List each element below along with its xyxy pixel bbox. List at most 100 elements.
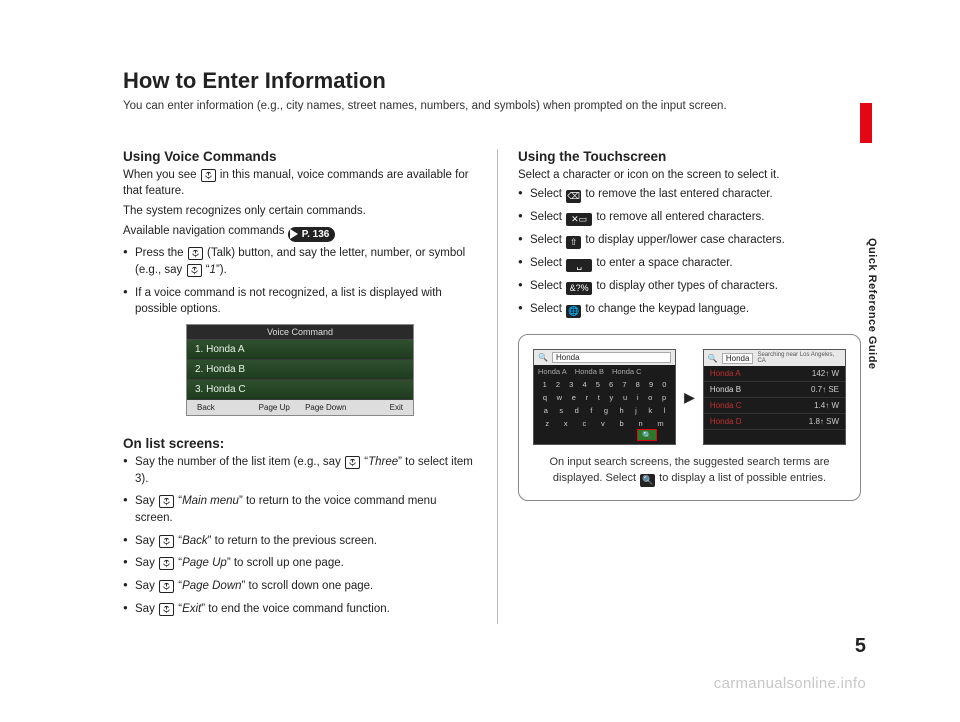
text: Say the number of the list item (e.g., s… bbox=[135, 456, 344, 468]
mock-footer-btn: Page Up bbox=[249, 403, 301, 412]
voice-cmd: Page Up bbox=[182, 557, 227, 569]
key: z bbox=[545, 419, 549, 428]
text: to change the keypad language. bbox=[582, 303, 749, 315]
text: Say bbox=[135, 603, 158, 615]
key-icon: ⌫ bbox=[566, 190, 581, 203]
text: to enter a space character. bbox=[593, 257, 732, 269]
key: x bbox=[564, 419, 568, 428]
text: to remove the last entered character. bbox=[582, 188, 773, 200]
key: 0 bbox=[662, 380, 666, 389]
result-row: Honda A 142↑ W bbox=[704, 366, 845, 382]
key: k bbox=[648, 406, 652, 415]
key: d bbox=[575, 406, 579, 415]
page-intro: You can enter information (e.g., city na… bbox=[123, 98, 872, 115]
voice-cmd: Page Down bbox=[182, 580, 241, 592]
key-icon: 🌐 bbox=[566, 305, 581, 318]
key: v bbox=[601, 419, 605, 428]
key: b bbox=[620, 419, 624, 428]
page-ref-link[interactable]: P. 136 bbox=[288, 227, 336, 242]
keyboard-row: asdfghjkl bbox=[534, 404, 675, 417]
manual-page: Quick Reference Guide 5 How to Enter Inf… bbox=[88, 68, 872, 664]
suggestion: Honda A bbox=[538, 367, 567, 376]
talk-icon bbox=[187, 264, 202, 277]
result-name: Honda C bbox=[710, 401, 742, 410]
text: ” to return to the previous screen. bbox=[208, 535, 377, 547]
mock-footer-btn: Back bbox=[197, 403, 249, 412]
mock-row: 1. Honda A bbox=[187, 340, 413, 360]
key: e bbox=[572, 393, 576, 402]
search-hint: Searching near Los Angeles, CA bbox=[757, 352, 841, 364]
text: Press the bbox=[135, 247, 187, 259]
key: i bbox=[637, 393, 639, 402]
key-icon: ⇧ bbox=[566, 236, 581, 249]
result-name: Honda A bbox=[710, 369, 741, 378]
key: y bbox=[610, 393, 614, 402]
touch-bullet: Select ␣ to enter a space character. bbox=[518, 255, 861, 272]
touch-intro: Select a character or icon on the screen… bbox=[518, 167, 861, 184]
text: to display a list of possible entries. bbox=[659, 472, 826, 484]
search-icon: 🔍 bbox=[538, 353, 548, 362]
key: o bbox=[648, 393, 652, 402]
keyboard-row: qwertyuiop bbox=[534, 391, 675, 404]
text: Say bbox=[135, 557, 158, 569]
key: 7 bbox=[622, 380, 626, 389]
key-icon: ␣ bbox=[566, 259, 592, 272]
mock-footer: Back Page Up Page Down Exit bbox=[187, 400, 413, 415]
key: 5 bbox=[596, 380, 600, 389]
list-bullet: Say “Exit” to end the voice command func… bbox=[123, 601, 477, 618]
text: Select bbox=[530, 280, 565, 292]
key: h bbox=[620, 406, 624, 415]
voice-p2: The system recognizes only certain comma… bbox=[123, 203, 477, 220]
text: ” to scroll down one page. bbox=[242, 580, 374, 592]
text: Select bbox=[530, 188, 565, 200]
text: Say bbox=[135, 495, 158, 507]
voice-cmd: Exit bbox=[182, 603, 201, 615]
text: When you see bbox=[123, 169, 200, 181]
text: Available navigation commands bbox=[123, 225, 288, 237]
talk-icon bbox=[159, 535, 174, 548]
mock-row: 2. Honda B bbox=[187, 360, 413, 380]
results-screen-mock: 🔍 Honda Searching near Los Angeles, CA H… bbox=[703, 349, 846, 445]
talk-icon bbox=[201, 169, 216, 182]
result-row: Honda D 1.8↑ SW bbox=[704, 414, 845, 430]
key: t bbox=[598, 393, 600, 402]
section-tab bbox=[860, 103, 872, 143]
result-name: Honda D bbox=[710, 417, 742, 426]
voice-command-mock-screen: Voice Command 1. Honda A 2. Honda B 3. H… bbox=[186, 324, 414, 416]
key-icon: &?% bbox=[566, 282, 592, 295]
keyboard-row: 1234567890 bbox=[534, 378, 675, 391]
key: 4 bbox=[582, 380, 586, 389]
voice-p3: Available navigation commands P. 136 bbox=[123, 223, 477, 243]
mock-header: Voice Command bbox=[187, 325, 413, 340]
result-distance: 142↑ W bbox=[812, 369, 839, 378]
search-field: Honda bbox=[722, 353, 754, 364]
result-distance: 1.8↑ SW bbox=[809, 417, 839, 426]
text: to remove all entered characters. bbox=[593, 211, 764, 223]
key: n bbox=[638, 419, 642, 428]
key: r bbox=[586, 393, 589, 402]
voice-cmd: Three bbox=[368, 456, 398, 468]
key: 6 bbox=[609, 380, 613, 389]
talk-icon bbox=[159, 557, 174, 570]
text: ” to end the voice command function. bbox=[201, 603, 390, 615]
result-distance: 0.7↑ SE bbox=[811, 385, 839, 394]
mock-footer-btn: Page Down bbox=[300, 403, 352, 412]
text: Select bbox=[530, 234, 565, 246]
list-screens-heading: On list screens: bbox=[123, 436, 477, 451]
touch-bullet: Select &?% to display other types of cha… bbox=[518, 278, 861, 295]
list-bullet: Say the number of the list item (e.g., s… bbox=[123, 454, 477, 487]
col-touchscreen: Using the Touchscreen Select a character… bbox=[497, 149, 861, 624]
suggestion: Honda C bbox=[612, 367, 642, 376]
text: to display other types of characters. bbox=[593, 280, 778, 292]
key: 1 bbox=[543, 380, 547, 389]
list-bullet: Say “Page Up” to scroll up one page. bbox=[123, 555, 477, 572]
text: ” to scroll up one page. bbox=[227, 557, 344, 569]
touch-bullet: Select 🌐 to change the keypad language. bbox=[518, 301, 861, 318]
key: q bbox=[543, 393, 547, 402]
result-row: Honda C1.4↑ W bbox=[704, 398, 845, 414]
text: Select bbox=[530, 303, 565, 315]
voice-heading: Using Voice Commands bbox=[123, 149, 477, 164]
mock-row: 3. Honda C bbox=[187, 380, 413, 400]
key: 3 bbox=[569, 380, 573, 389]
voice-p1: When you see in this manual, voice comma… bbox=[123, 167, 477, 200]
